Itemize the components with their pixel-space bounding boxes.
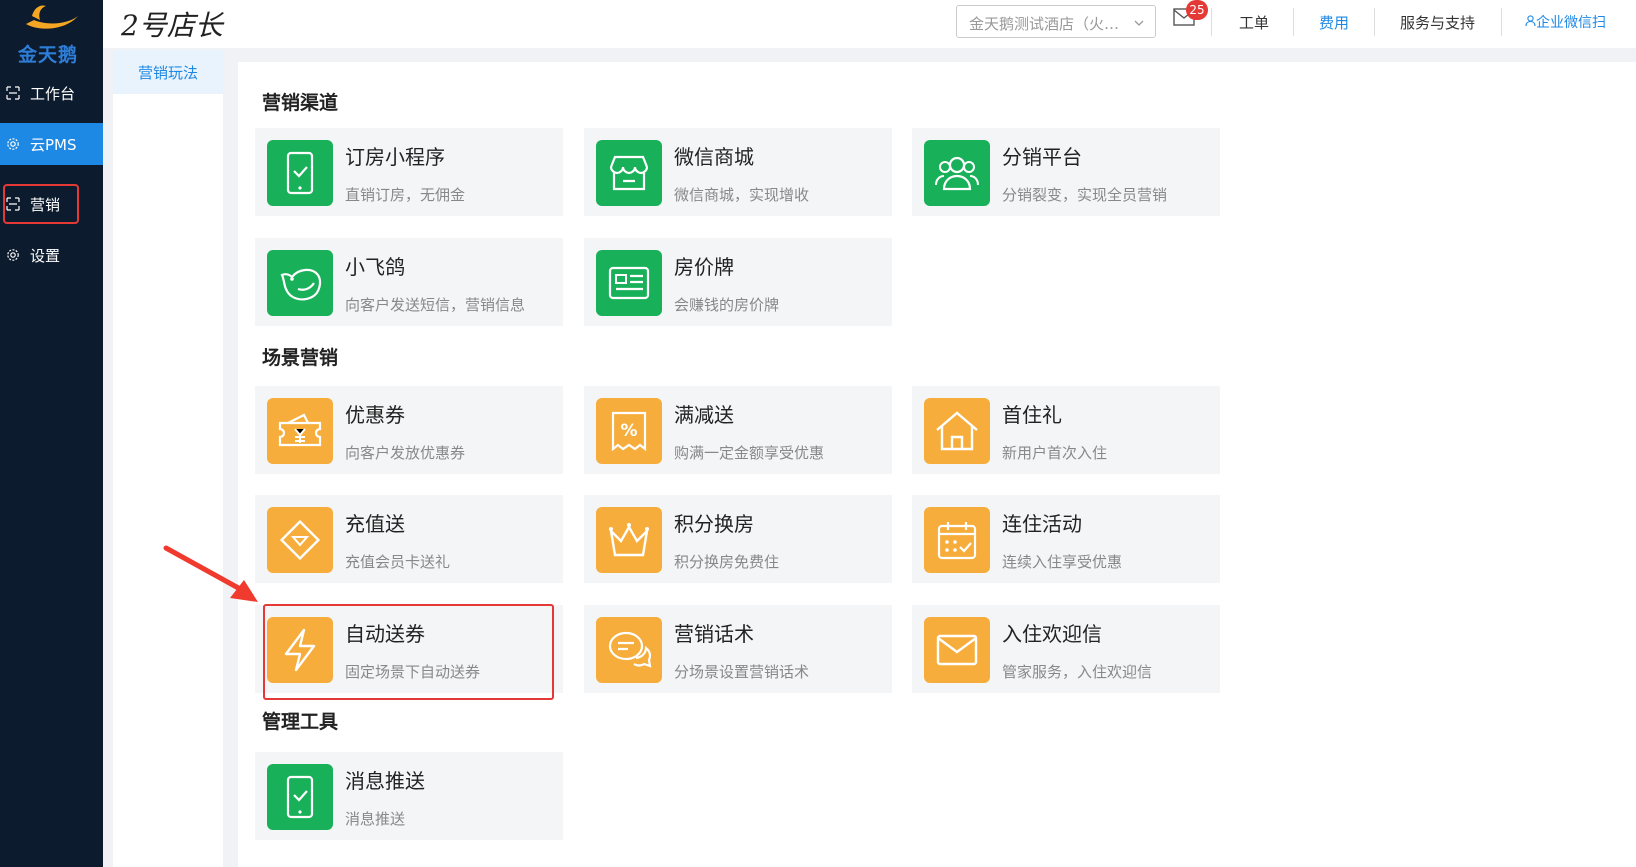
card-desc: 购满一定金额享受优惠	[674, 444, 825, 462]
card-title: 房价牌	[674, 255, 734, 279]
card-title: 首住礼	[1002, 403, 1062, 427]
sidebar-item-label: 营销	[30, 195, 61, 214]
sidebar-item-cloud-pms[interactable]: 云PMS	[0, 123, 103, 165]
card-first-stay-gift[interactable]: 首住礼 新用户首次入住	[912, 386, 1220, 474]
coupon-icon	[267, 398, 333, 464]
card-desc: 积分换房免费住	[674, 553, 780, 571]
card-desc: 连续入住享受优惠	[1002, 553, 1123, 571]
header: 2号店长 金天鹅测试酒店（火… 25 工单 费用 服务与支持 企业微信扫	[103, 0, 1636, 48]
card-desc: 会赚钱的房价牌	[674, 296, 780, 314]
chat-icon	[596, 617, 662, 683]
users-icon	[924, 140, 990, 206]
diamond-icon	[267, 507, 333, 573]
swan-logo-icon	[26, 5, 78, 29]
card-title: 充值送	[345, 512, 405, 536]
percent-icon: %	[596, 398, 662, 464]
mail-icon	[924, 617, 990, 683]
card-desc: 新用户首次入住	[1002, 444, 1108, 462]
card-title: 微信商城	[674, 145, 754, 169]
card-coupon[interactable]: 优惠券 向客户发放优惠券	[255, 386, 563, 474]
page-brand: 2号店长	[121, 9, 223, 42]
card-title: 连住活动	[1002, 512, 1082, 536]
card-points-exchange[interactable]: 积分换房 积分换房免费住	[584, 495, 892, 583]
card-welcome-letter[interactable]: 入住欢迎信 管家服务，入住欢迎信	[912, 605, 1220, 693]
card-desc: 直销订房，无佣金	[345, 186, 466, 204]
card-distribution-platform[interactable]: 分销平台 分销裂变，实现全员营销	[912, 128, 1220, 216]
card-marketing-script[interactable]: 营销话术 分场景设置营销话术	[584, 605, 892, 693]
card-title: 订房小程序	[345, 145, 445, 169]
mail-badge: 25	[1186, 0, 1208, 20]
card-title: 优惠券	[345, 403, 405, 427]
card-desc: 分销裂变，实现全员营销	[1002, 186, 1168, 204]
card-title: 小飞鸽	[345, 255, 405, 279]
card-title: 分销平台	[1002, 145, 1082, 169]
card-desc: 消息推送	[345, 810, 406, 828]
marketing-icon	[6, 197, 20, 211]
divider	[1374, 8, 1375, 36]
logo-text: 金天鹅	[18, 44, 79, 66]
store-icon	[596, 140, 662, 206]
card-booking-miniprogram[interactable]: 订房小程序 直销订房，无佣金	[255, 128, 563, 216]
sidebar-item-settings[interactable]: 设置	[0, 234, 103, 276]
card-little-pigeon[interactable]: 小飞鸽 向客户发送短信，营销信息	[255, 238, 563, 326]
card-desc: 固定场景下自动送券	[345, 663, 481, 681]
wecom-link-label: 企业微信扫	[1536, 15, 1606, 31]
calendar-check-icon	[924, 507, 990, 573]
card-title: 满减送	[674, 403, 734, 427]
user-icon	[1525, 15, 1536, 27]
card-title: 营销话术	[674, 622, 754, 646]
logo: 金天鹅	[10, 2, 90, 66]
card-desc: 向客户发送短信，营销信息	[345, 296, 526, 314]
card-desc: 充值会员卡送礼	[345, 553, 451, 571]
card-spend-discount[interactable]: % 满减送 购满一定金额享受优惠	[584, 386, 892, 474]
card-desc: 管家服务，入住欢迎信	[1002, 663, 1153, 681]
card-price-board[interactable]: 房价牌 会赚钱的房价牌	[584, 238, 892, 326]
card-desc: 向客户发放优惠券	[345, 444, 466, 462]
section-title: 管理工具	[262, 711, 339, 733]
divider	[1293, 8, 1294, 36]
card-desc: 分场景设置营销话术	[674, 663, 810, 681]
phone-check-icon	[267, 140, 333, 206]
card-title: 自动送券	[345, 622, 425, 646]
card-message-push[interactable]: 消息推送 消息推送	[255, 752, 563, 840]
phone-check-icon	[267, 764, 333, 830]
card-wechat-mall[interactable]: 微信商城 微信商城，实现增收	[584, 128, 892, 216]
tab-marketing-play[interactable]: 营销玩法	[113, 50, 223, 94]
chevron-down-icon	[1133, 15, 1145, 33]
subnav: 营销玩法	[113, 50, 223, 867]
sidebar-item-marketing[interactable]: 营销	[0, 183, 103, 225]
card-desc: 微信商城，实现增收	[674, 186, 810, 204]
home-icon	[924, 398, 990, 464]
card-title: 入住欢迎信	[1002, 622, 1102, 646]
section-title: 营销渠道	[262, 92, 339, 114]
sidebar: 金天鹅 工作台 云PMS 营销 设置	[0, 0, 103, 867]
sidebar-item-label: 云PMS	[30, 135, 77, 154]
svg-text:%: %	[620, 421, 637, 441]
store-select[interactable]: 金天鹅测试酒店（火…	[956, 5, 1156, 38]
gear-icon	[6, 137, 20, 151]
price-board-icon	[596, 250, 662, 316]
store-select-value: 金天鹅测试酒店（火…	[969, 15, 1120, 33]
sidebar-item-label: 工作台	[30, 84, 76, 103]
card-title: 积分换房	[674, 512, 754, 536]
wecom-link[interactable]: 企业微信扫	[1525, 12, 1606, 32]
card-auto-coupon[interactable]: 自动送券 固定场景下自动送券	[255, 605, 563, 693]
card-title: 消息推送	[345, 769, 425, 793]
section-title: 场景营销	[262, 347, 339, 369]
lightning-icon	[267, 617, 333, 683]
card-consecutive-stay[interactable]: 连住活动 连续入住享受优惠	[912, 495, 1220, 583]
crown-icon	[596, 507, 662, 573]
workbench-icon	[6, 86, 20, 100]
service-support-link[interactable]: 服务与支持	[1400, 12, 1475, 33]
divider	[1211, 8, 1212, 36]
gear-icon	[6, 248, 20, 262]
fees-link[interactable]: 费用	[1319, 12, 1349, 33]
card-recharge-gift[interactable]: 充值送 充值会员卡送礼	[255, 495, 563, 583]
sidebar-item-label: 设置	[30, 246, 61, 265]
ticket-link[interactable]: 工单	[1239, 12, 1269, 33]
bird-icon	[267, 250, 333, 316]
sidebar-item-workbench[interactable]: 工作台	[0, 72, 103, 114]
divider	[1501, 8, 1502, 36]
